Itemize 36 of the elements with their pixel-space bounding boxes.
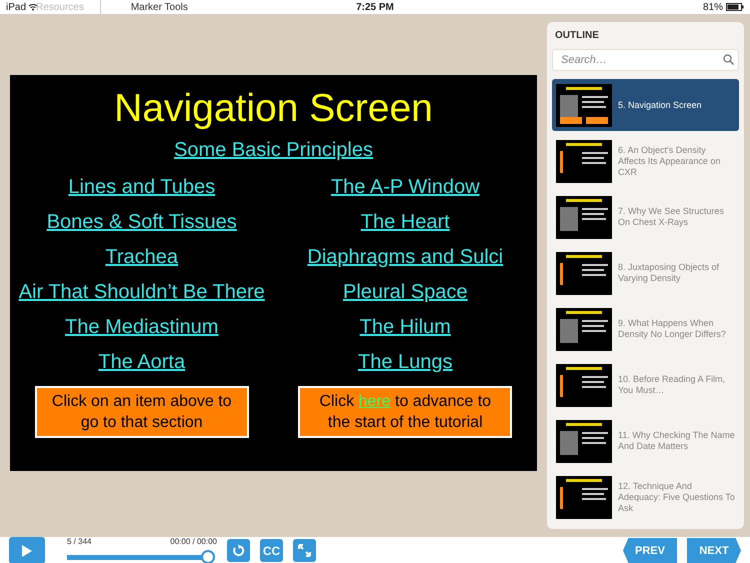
fullscreen-button[interactable] [293,539,316,562]
time-display: 00:00 / 00:00 [170,537,217,546]
section-link[interactable]: The Hilum [360,310,451,344]
toolbar-link[interactable]: Marker Tools [130,2,188,12]
slide-title: Navigation Screen [114,86,433,132]
section-link[interactable]: Some Basic Principles [174,132,373,168]
outline-title: OUTLINE [554,29,600,43]
section-link[interactable]: The Mediastinum [65,310,218,344]
section-link[interactable]: Bones & Soft Tissues [46,204,237,240]
battery-percent: 81% [702,2,723,12]
instruction-box: Click on an item above to go to that section [34,386,249,438]
replay-icon [232,544,245,557]
search-field[interactable]: Search… [552,49,739,71]
slider-thumb[interactable] [201,550,215,563]
expand-icon [298,544,311,557]
section-link[interactable]: The A-P Window [330,170,480,204]
section-link[interactable]: Trachea [105,240,178,274]
instruction-box: Click here to advance to the start of the tutorial [298,386,512,438]
section-link[interactable]: Air That Shouldn’t Be There [18,274,265,310]
battery-icon [726,3,744,11]
section-link[interactable]: Pleural Space [342,274,468,310]
section-link[interactable]: The Heart [360,204,450,240]
device-name: iPad [6,2,26,12]
section-link[interactable]: Diaphragms and Sulci [307,240,504,274]
play-button[interactable] [9,537,45,563]
progress-slider[interactable] [67,550,215,563]
play-icon [22,544,32,556]
slide-counter: 5 / 344 [67,537,92,546]
outline-item[interactable]: 5. Navigation Screen [552,79,739,131]
section-link[interactable]: The Aorta [98,344,186,380]
clock: 7:25 PM [355,2,395,12]
section-link[interactable]: Lines and Tubes [68,170,216,204]
replay-button[interactable] [227,539,250,562]
wifi-icon [28,3,38,11]
section-link[interactable]: The Lungs [358,344,452,380]
search-icon [723,54,734,65]
